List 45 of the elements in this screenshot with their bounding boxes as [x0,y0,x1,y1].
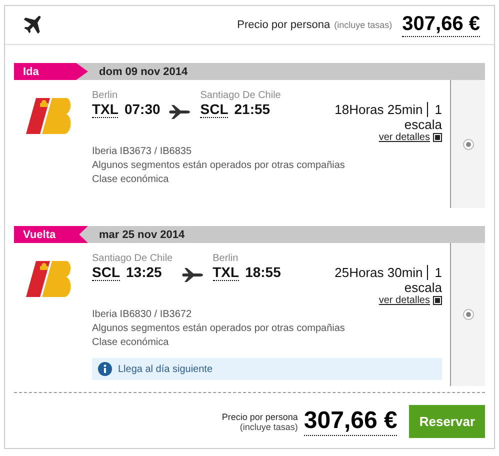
leg-date: dom 09 nov 2014 [99,66,188,78]
expand-icon [433,133,442,142]
operator-note: Algunos segmentos están operados por otras compañias [92,322,346,336]
flight-numbers: Iberia IB6830 / IB3672 [92,308,193,322]
select-radio[interactable] [462,309,474,320]
price-note: (incluye tasas) [334,20,392,30]
details-link[interactable]: ver detalles [378,295,430,306]
arrival-time: 21:55 [234,101,270,118]
airport-code: TXL [212,264,240,281]
stop-count: 1 [434,102,442,117]
total-price: 307,66 € [402,13,480,37]
cabin-class: Clase económica [92,336,170,350]
leg-date: mar 25 nov 2014 [99,228,185,240]
airline-logo [26,261,72,297]
select-radio[interactable] [462,138,474,150]
stop-count: 1 [434,265,442,280]
details-link[interactable]: ver detalles [378,132,430,143]
airport-code: SCL [92,264,120,281]
cabin-class: Clase económica [92,173,170,187]
airport-code: TXL [92,101,118,118]
arrival-time: 18:55 [245,264,281,281]
notice-text: Llega al día siguiente [118,364,213,374]
price-label: Precio por persona [222,412,298,422]
total-price: 307,66 € [304,407,398,436]
departure-city: Santiago De Chile [92,253,173,264]
leg-tag: Vuelta [14,226,88,243]
departure-time: 07:30 [124,101,160,118]
flight-duration: 18Horas 25min [334,102,423,117]
arrival-city: Santiago De Chile [200,90,281,101]
leg-tag: Ida [14,63,88,80]
arrival-city: Berlin [212,253,240,264]
flight-numbers: Iberia IB3673 / IB6835 [92,145,193,159]
stops-label: escala [404,117,442,132]
departure-time: 13:25 [126,264,162,281]
airline-logo [26,98,72,134]
airplane-icon [21,14,43,36]
info-icon [98,362,112,376]
flight-duration: 25Horas 30min [334,265,423,280]
airport-code: SCL [200,101,228,118]
stops-label: escala [404,280,442,295]
departure-city: Berlin [92,90,119,101]
expand-icon [433,296,442,305]
operator-note: Algunos segmentos están operados por otras compañias [92,159,346,173]
price-note: (incluye tasas) [240,422,298,432]
price-label: Precio por persona [237,19,330,31]
